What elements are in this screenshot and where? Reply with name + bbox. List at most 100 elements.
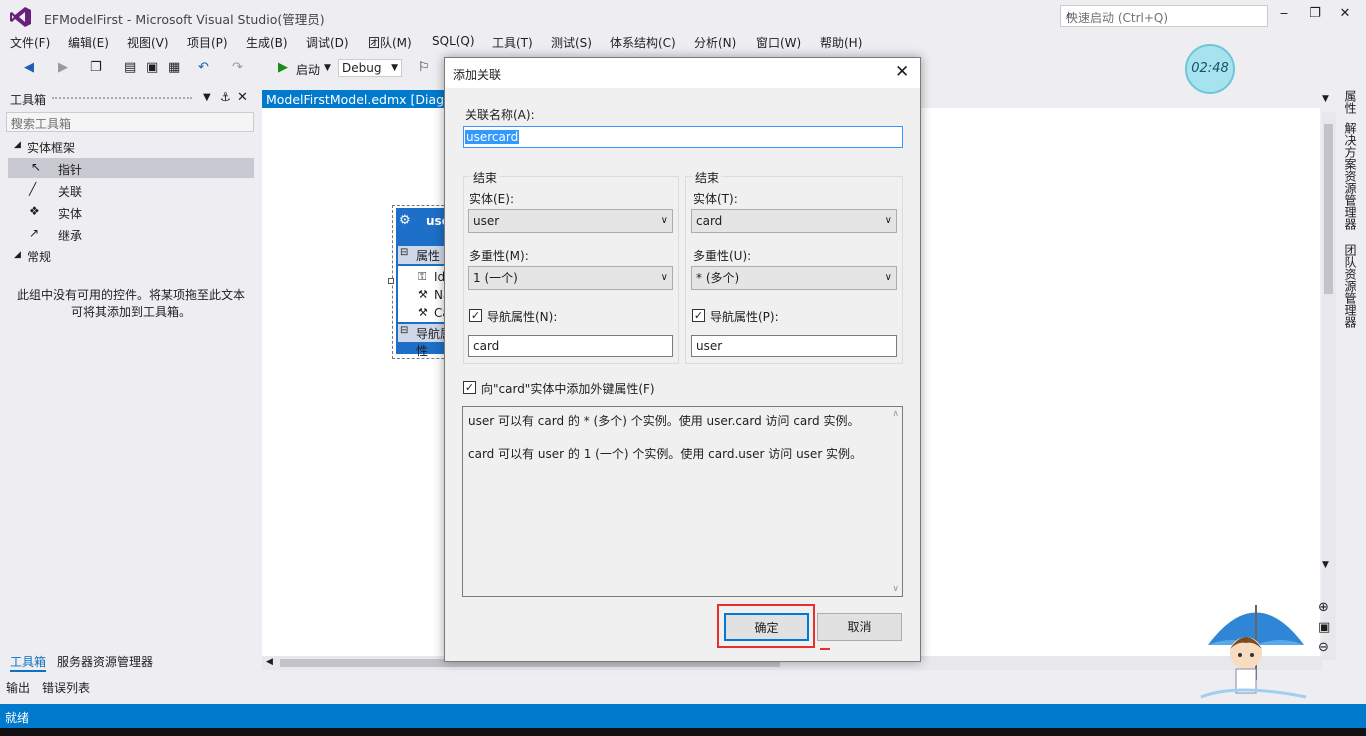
expand-icon[interactable]: ◢ xyxy=(14,140,21,150)
start-button[interactable]: 启动 xyxy=(296,61,320,78)
foreign-key-checkbox[interactable]: ✓ xyxy=(463,381,476,394)
scroll-left-icon[interactable]: ◀ xyxy=(266,657,273,667)
right-end-label: 结束 xyxy=(693,169,722,186)
open-file-icon[interactable]: ▤ xyxy=(124,60,136,75)
chevron-down-icon: ▼ xyxy=(391,63,398,73)
tab-team-explorer[interactable]: 团队资源管理器 xyxy=(1342,244,1359,328)
tab-list-dropdown-icon[interactable]: ▼ xyxy=(1322,94,1329,104)
right-entity-label: 实体(T): xyxy=(693,192,738,206)
menu-window[interactable]: 窗口(W) xyxy=(756,34,801,51)
forward-icon[interactable]: ▶ xyxy=(58,60,68,75)
key-icon: ⚿ xyxy=(418,270,427,283)
tab-properties[interactable]: 属性 xyxy=(1342,90,1359,114)
tab-solution-explorer[interactable]: 解决方案资源管理器 xyxy=(1342,122,1359,230)
start-dropdown-icon[interactable]: ▼ xyxy=(324,63,331,73)
floating-clock: 02:48 xyxy=(1185,44,1235,94)
expand-icon[interactable]: ◢ xyxy=(14,250,21,260)
right-multiplicity-value: * (多个) xyxy=(696,271,740,285)
close-window-button[interactable]: ✕ xyxy=(1336,6,1354,24)
menu-tools[interactable]: 工具(T) xyxy=(492,34,533,51)
scroll-down-icon[interactable]: ∨ xyxy=(892,584,899,594)
dialog-close-icon[interactable]: ✕ xyxy=(895,62,909,82)
left-entity-select[interactable]: user ∨ xyxy=(468,209,673,233)
toolbox-item-entity[interactable]: 实体 xyxy=(58,205,82,222)
right-nav-input[interactable]: user xyxy=(691,335,897,357)
menu-team[interactable]: 团队(M) xyxy=(368,34,412,51)
tab-server-explorer[interactable]: 服务器资源管理器 xyxy=(57,653,153,670)
attach-icon[interactable]: ⚐ xyxy=(418,60,430,75)
dialog-title-bar: 添加关联 ✕ xyxy=(445,58,920,88)
scroll-down-icon[interactable]: ▼ xyxy=(1322,560,1329,570)
collapse-icon[interactable]: ⊟ xyxy=(400,247,408,258)
document-tab[interactable]: ModelFirstModel.edmx [Diagram1] xyxy=(262,90,447,110)
description-line-1: user 可以有 card 的 * (多个) 个实例。使用 user.card … xyxy=(468,414,860,428)
tab-toolbox[interactable]: 工具箱 xyxy=(10,653,47,672)
menu-edit[interactable]: 编辑(E) xyxy=(68,34,109,51)
status-text: 就绪 xyxy=(5,711,30,725)
undo-icon[interactable]: ↶ xyxy=(198,60,209,75)
left-entity-value: user xyxy=(473,214,500,228)
save-icon[interactable]: ▣ xyxy=(146,60,158,75)
configuration-select[interactable]: Debug ▼ xyxy=(338,59,402,77)
right-nav-label: 导航属性(P): xyxy=(710,310,779,324)
chevron-down-icon: ∨ xyxy=(884,272,892,283)
association-name-input[interactable]: usercard xyxy=(463,126,903,148)
toolbox-selected-row xyxy=(8,158,254,178)
toolbox-search-input[interactable]: 搜索工具箱 ⌕ xyxy=(6,112,254,132)
left-multiplicity-label: 多重性(M): xyxy=(469,249,529,263)
redo-icon[interactable]: ↷ xyxy=(232,60,243,75)
tab-error-list[interactable]: 错误列表 xyxy=(42,679,90,696)
left-nav-input[interactable]: card xyxy=(468,335,673,357)
tab-output[interactable]: 输出 xyxy=(6,679,30,696)
association-description[interactable]: user 可以有 card 的 * (多个) 个实例。使用 user.card … xyxy=(462,406,903,597)
menu-project[interactable]: 项目(P) xyxy=(187,34,228,51)
save-all-icon[interactable]: ▦ xyxy=(168,60,180,75)
zoom-out-icon[interactable]: ⊖ xyxy=(1318,640,1329,655)
back-icon[interactable]: ◀ xyxy=(24,60,34,75)
scroll-up-icon[interactable]: ∧ xyxy=(892,409,899,419)
new-project-icon[interactable]: ❐ xyxy=(90,60,102,75)
left-multiplicity-value: 1 (一个) xyxy=(473,271,518,285)
toolbox-item-inheritance[interactable]: 继承 xyxy=(58,227,82,244)
right-entity-select[interactable]: card ∨ xyxy=(691,209,897,233)
panel-grip xyxy=(52,97,192,99)
chevron-down-icon: ∨ xyxy=(884,215,892,226)
toolbox-group-entity-framework[interactable]: 实体框架 xyxy=(27,139,75,156)
right-nav-checkbox[interactable]: ✓ xyxy=(692,309,705,322)
menu-help[interactable]: 帮助(H) xyxy=(820,34,862,51)
search-icon: ⌕ xyxy=(1066,8,1074,23)
menu-test[interactable]: 测试(S) xyxy=(551,34,592,51)
menu-file[interactable]: 文件(F) xyxy=(10,34,50,51)
right-multiplicity-select[interactable]: * (多个) ∨ xyxy=(691,266,897,290)
left-nav-checkbox[interactable]: ✓ xyxy=(469,309,482,322)
menu-view[interactable]: 视图(V) xyxy=(127,34,169,51)
resize-handle[interactable] xyxy=(388,278,394,284)
close-panel-icon[interactable]: ✕ xyxy=(237,90,248,105)
cancel-button[interactable]: 取消 xyxy=(817,613,902,641)
association-icon: ╱ xyxy=(29,182,37,196)
toolbox-group-general[interactable]: 常规 xyxy=(27,248,51,265)
menu-debug[interactable]: 调试(D) xyxy=(306,34,349,51)
minimize-button[interactable]: ‒ xyxy=(1275,6,1293,24)
os-taskbar xyxy=(0,728,1366,736)
panel-menu-icon[interactable]: ▼ xyxy=(203,92,211,103)
menu-sql[interactable]: SQL(Q) xyxy=(432,34,475,48)
vertical-scroll-thumb[interactable] xyxy=(1324,124,1333,294)
zoom-in-icon[interactable]: ⊕ xyxy=(1318,600,1329,615)
zoom-fit-icon[interactable]: ▣ xyxy=(1318,620,1330,635)
ok-button[interactable]: 确定 xyxy=(724,613,809,641)
collapse-icon[interactable]: ⊟ xyxy=(400,325,408,336)
association-name-label: 关联名称(A): xyxy=(465,108,535,122)
title-bar: EFModelFirst - Microsoft Visual Studio(管… xyxy=(0,0,1366,32)
toolbox-item-association[interactable]: 关联 xyxy=(58,183,82,200)
menu-architecture[interactable]: 体系结构(C) xyxy=(610,34,676,51)
restore-button[interactable]: ❐ xyxy=(1306,6,1324,24)
menu-analyze[interactable]: 分析(N) xyxy=(694,34,736,51)
left-multiplicity-select[interactable]: 1 (一个) ∨ xyxy=(468,266,673,290)
menu-build[interactable]: 生成(B) xyxy=(246,34,288,51)
pin-icon[interactable]: ⚓ xyxy=(220,90,231,104)
quick-launch-input[interactable]: 快速启动 (Ctrl+Q) ⌕ xyxy=(1060,5,1268,27)
toolbox-item-pointer[interactable]: 指针 xyxy=(58,161,82,178)
visual-studio-logo-icon xyxy=(10,7,31,27)
start-icon[interactable]: ▶ xyxy=(278,60,288,75)
